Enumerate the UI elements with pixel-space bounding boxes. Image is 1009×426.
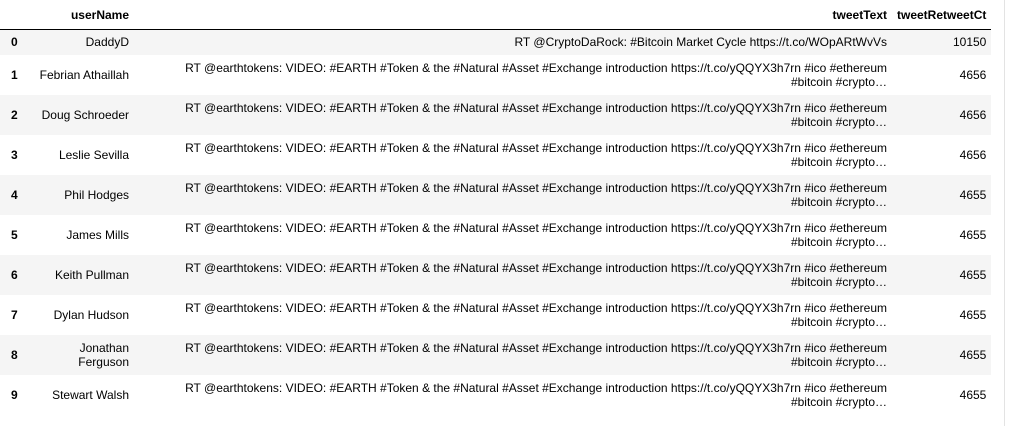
output-scroll-edge bbox=[1004, 0, 1005, 426]
retweet-count-header: tweetRetweetCt bbox=[897, 8, 987, 23]
tweettext-line: RT @earthtokens: VIDEO: #EARTH #Token & … bbox=[185, 341, 887, 355]
table-row: 3 Leslie Sevilla RT @earthtokens: VIDEO:… bbox=[0, 135, 992, 175]
retweet-count-cell: 4655 bbox=[959, 268, 987, 282]
retweet-count-cell: 10150 bbox=[952, 35, 987, 50]
row-index: 5 bbox=[11, 228, 18, 242]
retweet-count-cell: 4656 bbox=[959, 148, 987, 162]
retweet-count-cell: 4656 bbox=[959, 68, 987, 82]
tweettext-line: #bitcoin #crypto… bbox=[790, 75, 887, 89]
row-index: 7 bbox=[11, 308, 18, 322]
tweettext-cell: RT @earthtokens: VIDEO: #EARTH #Token & … bbox=[134, 255, 892, 295]
table-row: 5 James Mills RT @earthtokens: VIDEO: #E… bbox=[0, 215, 992, 255]
tweettext-cell: RT @earthtokens: VIDEO: #EARTH #Token & … bbox=[134, 55, 892, 95]
username-cell: Doug Schroeder bbox=[41, 108, 129, 122]
username-cell: Jonathan Ferguson bbox=[30, 335, 134, 375]
tweettext-line: #bitcoin #crypto… bbox=[790, 275, 887, 289]
table-row: 2 Doug Schroeder RT @earthtokens: VIDEO:… bbox=[0, 95, 992, 135]
row-index: 0 bbox=[11, 35, 18, 50]
tweettext-line: #bitcoin #crypto… bbox=[790, 395, 887, 409]
table-row: 8 Jonathan Ferguson RT @earthtokens: VID… bbox=[0, 335, 992, 375]
username-cell: Dylan Hudson bbox=[53, 308, 129, 322]
tweettext-line: RT @earthtokens: VIDEO: #EARTH #Token & … bbox=[185, 301, 887, 315]
retweet-count-cell: 4655 bbox=[959, 308, 987, 322]
tweettext-line: RT @earthtokens: VIDEO: #EARTH #Token & … bbox=[185, 61, 887, 75]
tweettext-line: #bitcoin #crypto… bbox=[790, 115, 887, 129]
dataframe-output: userName tweetText tweetRetweetCt 0 Dadd… bbox=[0, 0, 1009, 426]
username-cell: Keith Pullman bbox=[54, 268, 129, 282]
tweettext-cell: RT @earthtokens: VIDEO: #EARTH #Token & … bbox=[134, 335, 892, 375]
table-row: 0 DaddyD RT @CryptoDaRock: #Bitcoin Mark… bbox=[0, 29, 992, 55]
tweettext-line: RT @CryptoDaRock: #Bitcoin Market Cycle … bbox=[514, 35, 887, 50]
row-index: 4 bbox=[11, 188, 18, 202]
row-index: 8 bbox=[11, 348, 18, 362]
tweettext-cell: RT @earthtokens: VIDEO: #EARTH #Token & … bbox=[134, 135, 892, 175]
retweet-count-cell: 4656 bbox=[959, 108, 987, 122]
tweettext-line: #bitcoin #crypto… bbox=[790, 155, 887, 169]
table-row: 1 Febrian Athaillah RT @earthtokens: VID… bbox=[0, 55, 992, 95]
username-cell: DaddyD bbox=[85, 35, 129, 50]
dataframe-table: userName tweetText tweetRetweetCt 0 Dadd… bbox=[0, 2, 992, 415]
username-cell: James Mills bbox=[66, 228, 129, 242]
row-index: 9 bbox=[11, 388, 18, 402]
tweettext-cell: RT @earthtokens: VIDEO: #EARTH #Token & … bbox=[134, 95, 892, 135]
row-index: 3 bbox=[11, 148, 18, 162]
table-row: 7 Dylan Hudson RT @earthtokens: VIDEO: #… bbox=[0, 295, 992, 335]
tweettext-header: tweetText bbox=[832, 8, 887, 23]
tweettext-cell: RT @earthtokens: VIDEO: #EARTH #Token & … bbox=[134, 375, 892, 415]
tweettext-cell: RT @earthtokens: VIDEO: #EARTH #Token & … bbox=[134, 175, 892, 215]
tweettext-line: RT @earthtokens: VIDEO: #EARTH #Token & … bbox=[185, 221, 887, 235]
retweet-count-cell: 4655 bbox=[959, 348, 987, 362]
tweettext-line: RT @earthtokens: VIDEO: #EARTH #Token & … bbox=[185, 101, 887, 115]
row-index: 2 bbox=[11, 108, 18, 122]
tweettext-line: RT @earthtokens: VIDEO: #EARTH #Token & … bbox=[185, 381, 887, 395]
tweettext-cell: RT @CryptoDaRock: #Bitcoin Market Cycle … bbox=[134, 29, 892, 55]
retweet-count-cell: 4655 bbox=[959, 188, 987, 202]
tweettext-line: #bitcoin #crypto… bbox=[790, 355, 887, 369]
tweettext-cell: RT @earthtokens: VIDEO: #EARTH #Token & … bbox=[134, 295, 892, 335]
username-cell: Stewart Walsh bbox=[52, 388, 129, 402]
header-row: userName tweetText tweetRetweetCt bbox=[0, 2, 992, 29]
tweettext-line: #bitcoin #crypto… bbox=[790, 235, 887, 249]
tweettext-line: RT @earthtokens: VIDEO: #EARTH #Token & … bbox=[185, 181, 887, 195]
username-cell: Febrian Athaillah bbox=[39, 68, 129, 82]
table-row: 9 Stewart Walsh RT @earthtokens: VIDEO: … bbox=[0, 375, 992, 415]
username-cell: Leslie Sevilla bbox=[58, 148, 129, 162]
retweet-count-cell: 4655 bbox=[959, 388, 987, 402]
table-row: 4 Phil Hodges RT @earthtokens: VIDEO: #E… bbox=[0, 175, 992, 215]
username-line: Jonathan bbox=[79, 341, 129, 355]
tweettext-cell: RT @earthtokens: VIDEO: #EARTH #Token & … bbox=[134, 215, 892, 255]
retweet-count-cell: 4655 bbox=[959, 228, 987, 242]
tweettext-line: #bitcoin #crypto… bbox=[790, 315, 887, 329]
tweettext-line: RT @earthtokens: VIDEO: #EARTH #Token & … bbox=[185, 141, 887, 155]
username-line: Ferguson bbox=[78, 355, 129, 369]
table-row: 6 Keith Pullman RT @earthtokens: VIDEO: … bbox=[0, 255, 992, 295]
row-index: 6 bbox=[11, 268, 18, 282]
row-index: 1 bbox=[11, 68, 18, 82]
tweettext-line: RT @earthtokens: VIDEO: #EARTH #Token & … bbox=[185, 261, 887, 275]
index-header bbox=[0, 2, 30, 29]
username-header: userName bbox=[70, 8, 129, 23]
username-cell: Phil Hodges bbox=[64, 188, 129, 202]
tweettext-line: #bitcoin #crypto… bbox=[790, 195, 887, 209]
